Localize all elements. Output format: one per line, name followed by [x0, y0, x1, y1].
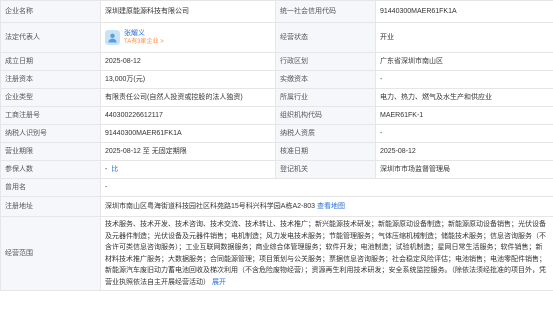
value-status: 开业: [375, 22, 553, 53]
label-paid-capital: 实缴资本: [275, 70, 376, 89]
row-taxpayer: 纳税人识别号 91440300MAER61FK1A 纳税人资质 -: [0, 124, 553, 143]
label-registration-authority: 登记机关: [275, 160, 376, 179]
label-former-name: 曾用名: [0, 178, 101, 197]
value-business-term: 2025-08-12 至 无固定期限: [100, 142, 276, 161]
label-business-term: 营业期限: [0, 142, 101, 161]
insured-count-link[interactable]: 比: [111, 166, 118, 173]
row-term: 营业期限 2025-08-12 至 无固定期限 核准日期 2025-08-12: [0, 142, 553, 161]
value-established: 2025-08-12: [100, 52, 276, 71]
label-business-scope: 经营范围: [0, 216, 101, 291]
label-credit-code: 统一社会信用代码: [275, 0, 376, 23]
label-established: 成立日期: [0, 52, 101, 71]
address-text: 深圳市南山区粤海街道科技园社区科苑路15号科兴科学园A栋A2-803: [105, 202, 316, 210]
value-industry: 电力、热力、燃气及水生产和供应业: [375, 88, 553, 107]
label-taxpayer-qualification: 纳税人资质: [275, 124, 376, 143]
label-taxpayer-id: 纳税人识别号: [0, 124, 101, 143]
view-map-link[interactable]: 查看地图: [317, 203, 345, 210]
value-paid-capital: -: [375, 70, 553, 89]
legal-rep-name-link[interactable]: 张耀义: [124, 29, 164, 38]
label-approval-date: 核准日期: [275, 142, 376, 161]
label-company-name: 企业名称: [0, 0, 101, 23]
value-company-name: 深圳建原能源科技有限公司: [100, 0, 276, 23]
value-org-code: MAER61FK-1: [375, 106, 553, 125]
value-taxpayer-id: 91440300MAER61FK1A: [100, 124, 276, 143]
label-region: 行政区划: [275, 52, 376, 71]
value-legal-rep: 张耀义 TA有3家企业 >: [100, 22, 276, 53]
label-address: 注册地址: [0, 196, 101, 217]
value-former-name: -: [100, 178, 553, 197]
avatar[interactable]: [105, 30, 120, 45]
value-business-scope: 技术服务、技术开发、技术咨询、技术交流、技术转让、技术推广；新兴能源技术研发；新…: [100, 216, 553, 291]
business-scope-text: 技术服务、技术开发、技术咨询、技术交流、技术转让、技术推广；新兴能源技术研发；新…: [105, 221, 546, 286]
label-legal-rep: 法定代表人: [0, 22, 101, 53]
value-company-type: 有限责任公司(自然人投资或控股的法人独资): [100, 88, 276, 107]
row-capital: 注册资本 13,000万(元) 实缴资本 -: [0, 70, 553, 89]
value-taxpayer-qualification: -: [375, 124, 553, 143]
label-company-type: 企业类型: [0, 88, 101, 107]
person-icon: [108, 33, 117, 43]
value-credit-code: 91440300MAER61FK1A: [375, 0, 553, 23]
label-registered-capital: 注册资本: [0, 70, 101, 89]
company-info-table: 企业名称 深圳建原能源科技有限公司 统一社会信用代码 91440300MAER6…: [0, 0, 553, 291]
row-company-name: 企业名称 深圳建原能源科技有限公司 统一社会信用代码 91440300MAER6…: [0, 0, 553, 23]
value-address: 深圳市南山区粤海街道科技园社区科苑路15号科兴科学园A栋A2-803 查看地图: [100, 196, 553, 217]
value-registered-capital: 13,000万(元): [100, 70, 276, 89]
label-insured-count: 参保人数: [0, 160, 101, 179]
value-region: 广东省深圳市南山区: [375, 52, 553, 71]
related-companies-link[interactable]: TA有3家企业 >: [124, 38, 164, 46]
row-legal-rep: 法定代表人 张耀义 TA有3家企业 > 经营状态 开业: [0, 22, 553, 53]
label-org-code: 组织机构代码: [275, 106, 376, 125]
row-established: 成立日期 2025-08-12 行政区划 广东省深圳市南山区: [0, 52, 553, 71]
value-approval-date: 2025-08-12: [375, 142, 553, 161]
insured-count-text: -: [105, 165, 108, 173]
row-reg-number: 工商注册号 440300226612117 组织机构代码 MAER61FK-1: [0, 106, 553, 125]
value-registration-authority: 深圳市市场监督管理局: [375, 160, 553, 179]
expand-link[interactable]: 展开: [212, 279, 226, 286]
label-status: 经营状态: [275, 22, 376, 53]
value-insured-count: - 比: [100, 160, 276, 179]
row-former-name: 曾用名 -: [0, 178, 553, 197]
row-address: 注册地址 深圳市南山区粤海街道科技园社区科苑路15号科兴科学园A栋A2-803 …: [0, 196, 553, 217]
value-reg-number: 440300226612117: [100, 106, 276, 125]
row-insured: 参保人数 - 比 登记机关 深圳市市场监督管理局: [0, 160, 553, 179]
label-reg-number: 工商注册号: [0, 106, 101, 125]
row-scope: 经营范围 技术服务、技术开发、技术咨询、技术交流、技术转让、技术推广；新兴能源技…: [0, 216, 553, 291]
row-company-type: 企业类型 有限责任公司(自然人投资或控股的法人独资) 所属行业 电力、热力、燃气…: [0, 88, 553, 107]
label-industry: 所属行业: [275, 88, 376, 107]
